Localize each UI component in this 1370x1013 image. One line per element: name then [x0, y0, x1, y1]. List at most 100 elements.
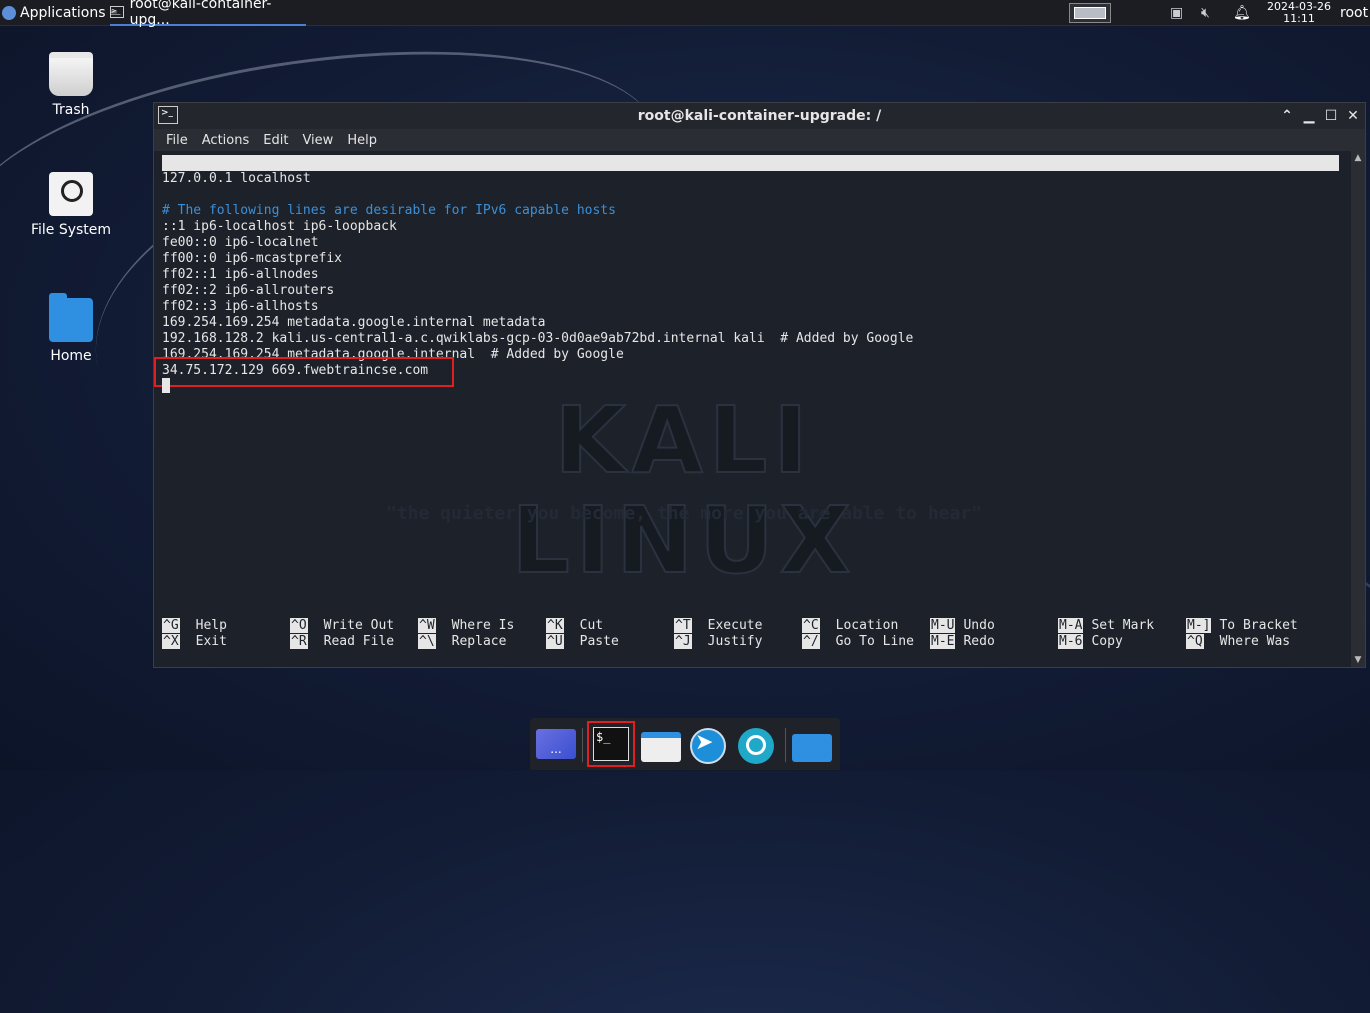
desktop-icon-trash[interactable]: Trash	[21, 52, 121, 118]
nano-shortcut-key: ^C	[802, 618, 820, 633]
nano-shortcut-bar: ^G Help ^X Exit ^O Write Out ^R Read File ^W Wher…	[162, 618, 1342, 652]
nano-line: 127.0.0.1 localhost	[162, 171, 311, 186]
nano-shortcut-key: ^X	[162, 634, 180, 649]
nano-line: ​	[162, 187, 913, 203]
nano-line: ff02::3 ip6-allhosts	[162, 299, 319, 314]
top-panel: Applications ≡ >_ root@kali-container-up…	[0, 0, 1370, 28]
terminal-icon[interactable]: >_	[158, 106, 178, 124]
nano-buffer[interactable]: 127.0.0.1 localhost​# The following line…	[162, 171, 913, 379]
nano-shortcut-label: Help	[195, 618, 227, 633]
menu-view[interactable]: View	[295, 133, 340, 148]
desktop-icon-file-system[interactable]: File System	[21, 172, 121, 238]
nano-shortcut-key: ^\	[418, 634, 436, 649]
taskbar-terminal-title: root@kali-container-upg...	[129, 0, 272, 28]
nano-shortcut-key: ^K	[546, 618, 564, 633]
nano-line: 192.168.128.2 kali.us-central1-a.c.qwikl…	[162, 331, 914, 346]
kali-tagline: "the quieter you become, the more you ar…	[385, 503, 983, 524]
dock-show-desktop[interactable]: ...	[534, 726, 576, 764]
nano-shortcut: ^W Where Is	[418, 618, 514, 634]
nano-shortcut: M-E Redo	[930, 634, 995, 650]
nano-shortcut-key: ^W	[418, 618, 436, 633]
nano-shortcut-key: ^O	[290, 618, 308, 633]
nano-line: fe00::0 ip6-localnet	[162, 235, 319, 250]
terminal-scrollbar[interactable]: ▲ ▼	[1351, 151, 1365, 667]
nano-shortcut: ^/ Go To Line	[802, 634, 914, 650]
nano-shortcut-label: Go To Line	[835, 634, 914, 649]
clock[interactable]: 2024-03-26 11:11	[1264, 0, 1334, 26]
terminal-titlebar[interactable]: >_ root@kali-container-upgrade: / ⌃ ▁ ☐ …	[154, 103, 1365, 129]
desktop-icon-label: Trash	[52, 102, 90, 118]
network-icon[interactable]: ▣	[1170, 0, 1183, 26]
volume-muted-icon[interactable]: 🔇︎	[1201, 0, 1210, 26]
nano-line: ::1 ip6-localhost ip6-loopback	[162, 219, 397, 234]
home-folder-icon	[49, 293, 93, 342]
nano-header: GNU nano 7.2 /etc/hosts *	[162, 155, 1339, 202]
nano-shortcut-label: Paste	[579, 634, 619, 649]
close-icon[interactable]: ✕	[1343, 106, 1363, 126]
nano-shortcut-key: ^/	[802, 634, 820, 649]
bell-icon[interactable]: 🔔︎	[1233, 0, 1251, 26]
show-desktop-icon: ...	[536, 729, 576, 759]
nano-shortcut-key: ^J	[674, 634, 692, 649]
terminal-menubar: File Actions Edit View Help	[154, 129, 1365, 151]
nano-shortcut: ^\ Replace	[418, 634, 506, 650]
menu-file[interactable]: File	[154, 133, 195, 148]
mouse-pointer-icon: ➤	[695, 730, 714, 755]
nano-shortcut-key: M-E	[930, 634, 956, 649]
text-cursor	[162, 378, 170, 393]
dock-separator	[785, 728, 786, 762]
nano-shortcut-label: Where Was	[1219, 634, 1291, 649]
scroll-down-icon[interactable]: ▼	[1351, 653, 1365, 667]
minimize-icon[interactable]: ▁	[1299, 106, 1319, 126]
nano-shortcut-key: M-]	[1186, 618, 1212, 633]
nano-shortcut: ^G Help	[162, 618, 227, 634]
maximize-icon[interactable]: ☐	[1321, 106, 1341, 126]
nano-shortcut-key: M-U	[930, 618, 956, 633]
nano-shortcut-label: Read File	[323, 634, 395, 649]
user-menu[interactable]: root	[1340, 0, 1368, 26]
menu-actions[interactable]: Actions	[195, 133, 257, 148]
nano-line: 169.254.169.254 metadata.google.internal…	[162, 315, 546, 330]
taskbar-terminal-button[interactable]: >_ root@kali-container-upg...	[110, 0, 306, 28]
nano-shortcut-key: M-6	[1058, 634, 1084, 649]
nano-shortcut-key: ^Q	[1186, 634, 1204, 649]
nano-shortcut-key: ^U	[546, 634, 564, 649]
nano-shortcut-label: Set Mark	[1091, 618, 1155, 633]
nano-shortcut: M-] To Bracket	[1186, 618, 1298, 634]
nano-shortcut-key: ^G	[162, 618, 180, 633]
dock-file-manager[interactable]	[641, 726, 681, 764]
terminal-body[interactable]: KALI LINUX "the quieter you become, the …	[154, 151, 1351, 667]
nano-shortcut-label: Cut	[579, 618, 604, 633]
nano-shortcut-key: ^T	[674, 618, 692, 633]
dock-home-folder[interactable]	[792, 726, 832, 764]
menu-edit[interactable]: Edit	[256, 133, 295, 148]
nano-shortcut: M-A Set Mark	[1058, 618, 1154, 634]
window-title: root@kali-container-upgrade: /	[637, 108, 882, 124]
clock-time: 11:11	[1283, 12, 1315, 25]
nano-shortcut-key: ^R	[290, 634, 308, 649]
applications-menu[interactable]: Applications ≡	[2, 0, 118, 26]
dock-separator	[582, 728, 583, 762]
nano-shortcut-label: Write Out	[323, 618, 395, 633]
terminal-icon: >_	[110, 6, 124, 18]
workspace-1[interactable]	[1074, 7, 1106, 19]
folder-icon	[792, 734, 832, 762]
workspace-switcher[interactable]	[1069, 3, 1111, 23]
nano-shortcut: ^Q Where Was	[1186, 634, 1290, 650]
desktop-icon-label: Home	[50, 348, 92, 364]
kali-logo-icon	[2, 6, 16, 20]
window-shade-icon[interactable]: ⌃	[1277, 106, 1297, 126]
scroll-up-icon[interactable]: ▲	[1351, 151, 1365, 165]
dock-search[interactable]	[736, 726, 776, 764]
terminal-window[interactable]: >_ root@kali-container-upgrade: / ⌃ ▁ ☐ …	[153, 102, 1366, 668]
nano-shortcut: M-U Undo	[930, 618, 995, 634]
desktop-icon-home[interactable]: Home	[21, 293, 121, 364]
menu-help[interactable]: Help	[340, 133, 384, 148]
nano-shortcut: ^C Location	[802, 618, 898, 634]
drive-icon	[49, 172, 93, 216]
dock-terminal[interactable]: $_	[587, 721, 635, 767]
nano-line: ff02::2 ip6-allrouters	[162, 283, 335, 298]
nano-shortcut: ^K Cut	[546, 618, 603, 634]
nano-shortcut-label: Justify	[707, 634, 763, 649]
nano-shortcut: ^J Justify	[674, 634, 762, 650]
